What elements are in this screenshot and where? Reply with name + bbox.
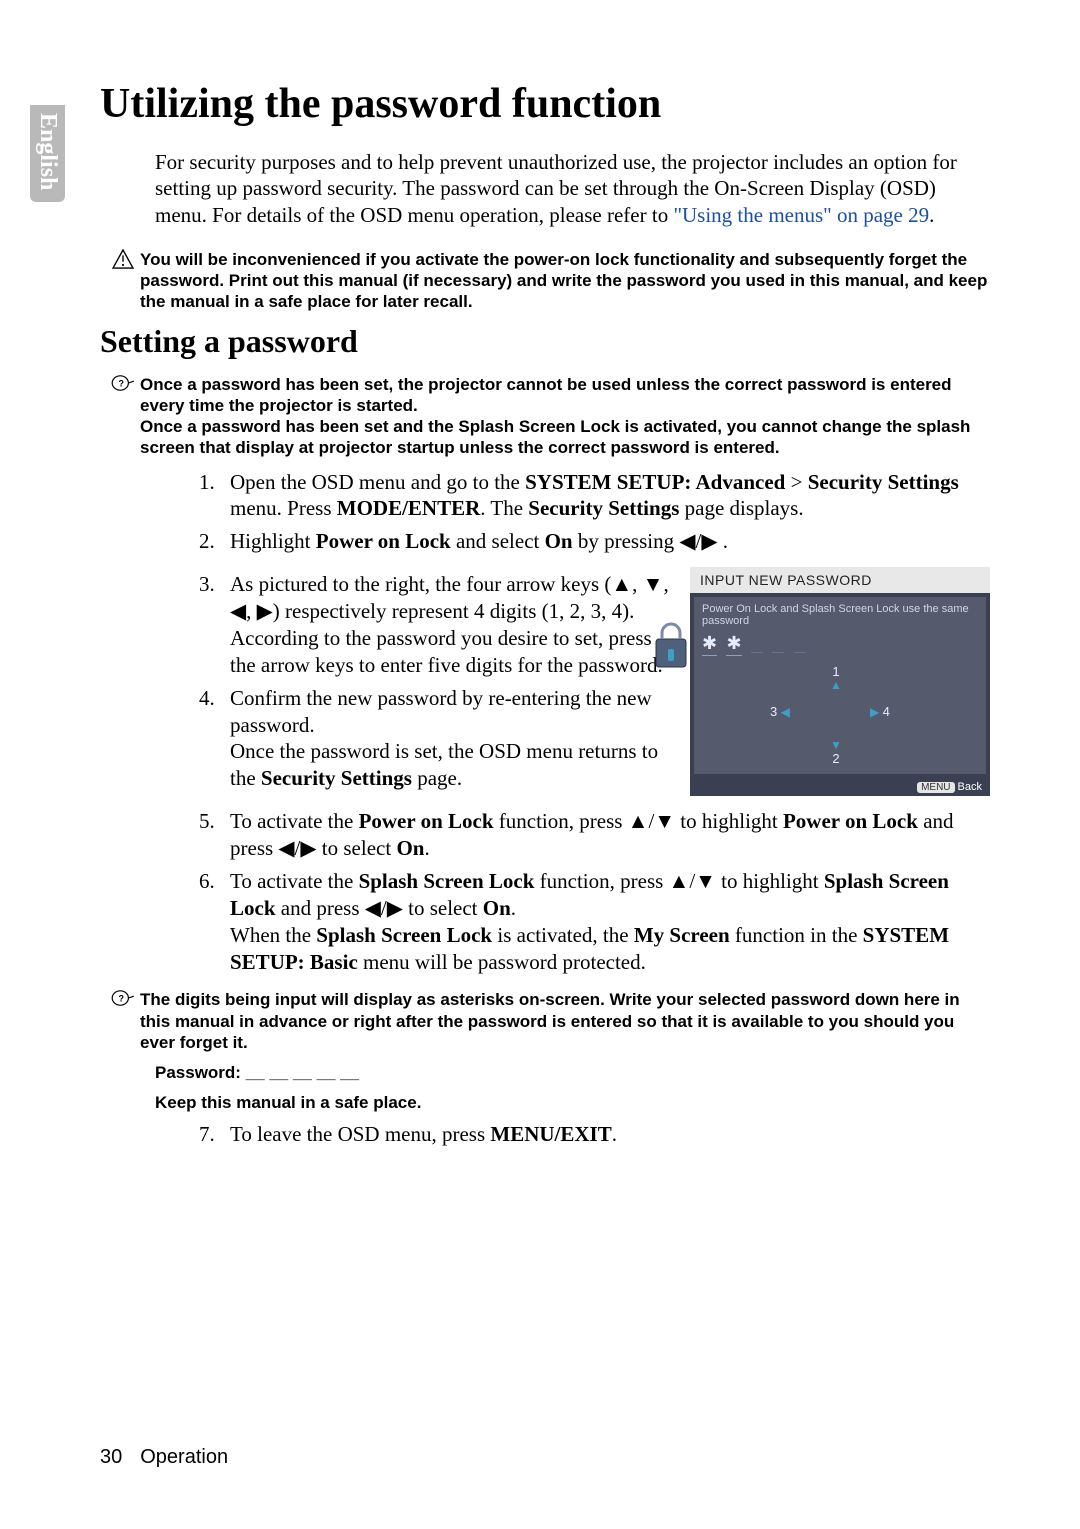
t: Power on Lock [316, 529, 451, 553]
step-7: To leave the OSD menu, press MENU/EXIT. [220, 1121, 990, 1148]
steps-list: Open the OSD menu and go to the SYSTEM S… [170, 469, 990, 556]
t: Splash Screen Lock [359, 869, 535, 893]
osd-screenshot: INPUT NEW PASSWORD Power On Lock and Spl… [690, 567, 990, 796]
info-text-1: Once a password has been set, the projec… [140, 375, 952, 415]
back-label: Back [958, 781, 982, 793]
arrow-left: 3 ◀ [770, 704, 790, 719]
heading-utilizing: Utilizing the password function [100, 80, 990, 128]
section-label: Operation [140, 1446, 228, 1468]
t: To activate the [230, 809, 359, 833]
steps-list-cont2: To activate the Power on Lock function, … [170, 808, 990, 975]
t: Splash Screen Lock [316, 923, 492, 947]
t: function in the [730, 923, 863, 947]
t: by pressing ◀/▶ . [573, 529, 728, 553]
t: When the [230, 923, 316, 947]
t: On [396, 836, 424, 860]
t: To activate the [230, 869, 359, 893]
slot-icon [772, 638, 784, 653]
t: On [483, 896, 511, 920]
t: and press ◀/▶ to select [276, 896, 483, 920]
step-3: As pictured to the right, the four arrow… [220, 571, 670, 679]
t: Security Settings [261, 766, 412, 790]
intro-paragraph: For security purposes and to help preven… [155, 149, 990, 228]
n: 4 [883, 704, 890, 719]
osd-password-slots: ✱ ✱ [702, 633, 978, 656]
triangle-down-icon: ▼ [830, 739, 842, 751]
keep-manual-line: Keep this manual in a safe place. [155, 1093, 990, 1113]
triangle-right-icon: ▶ [870, 705, 879, 719]
t: MODE/ENTER [337, 496, 481, 520]
t: Security Settings [808, 470, 959, 494]
triangle-up-icon: ▲ [830, 679, 842, 691]
t: SYSTEM SETUP: Advanced [525, 470, 785, 494]
t: . The [480, 496, 528, 520]
page-number: 30 [100, 1446, 122, 1468]
steps-list-cont: As pictured to the right, the four arrow… [170, 571, 670, 792]
t: function, press ▲/▼ to highlight [494, 809, 783, 833]
info-text-3: The digits being input will display as a… [140, 990, 960, 1052]
warning-icon [110, 249, 136, 274]
link-using-menus[interactable]: "Using the menus" on page 29 [673, 203, 929, 227]
n: 1 [830, 664, 842, 679]
lock-icon [654, 619, 688, 669]
menu-button-label: MENU [917, 782, 954, 793]
slot-icon [751, 638, 763, 653]
step-6: To activate the Splash Screen Lock funct… [220, 868, 990, 976]
osd-title: INPUT NEW PASSWORD [690, 567, 990, 593]
language-tab: English [30, 105, 65, 202]
t: . [424, 836, 429, 860]
t: Security Settings [528, 496, 679, 520]
t: My Screen [634, 923, 730, 947]
step-2: Highlight Power on Lock and select On by… [220, 528, 990, 555]
page-footer: 30 Operation [100, 1446, 228, 1469]
warning-text: You will be inconvenienced if you activa… [140, 250, 987, 312]
info-icon: ? [110, 374, 136, 397]
t: On [545, 529, 573, 553]
svg-text:?: ? [119, 378, 125, 388]
n: 3 [770, 704, 777, 719]
step-5: To activate the Power on Lock function, … [220, 808, 990, 862]
info-icon: ? [110, 989, 136, 1012]
t: > [785, 470, 807, 494]
password-field-line: Password: __ __ __ __ __ [155, 1063, 990, 1083]
info-text-2: Once a password has been set and the Spl… [140, 417, 970, 457]
heading-setting: Setting a password [100, 323, 990, 360]
t: Confirm the new password by re-entering … [230, 686, 652, 737]
t: Open the OSD menu and go to the [230, 470, 525, 494]
asterisk-icon: ✱ [726, 633, 741, 656]
step-1: Open the OSD menu and go to the SYSTEM S… [220, 469, 990, 523]
triangle-left-icon: ◀ [781, 705, 790, 719]
info-note-1: ? Once a password has been set, the proj… [140, 374, 990, 459]
steps-list-cont3: To leave the OSD menu, press MENU/EXIT. [170, 1121, 990, 1148]
t: menu will be password protected. [358, 950, 646, 974]
warning-note: You will be inconvenienced if you activa… [140, 249, 990, 313]
t: page. [412, 766, 462, 790]
t: To leave the OSD menu, press [230, 1122, 490, 1146]
t: . [612, 1122, 617, 1146]
n: 2 [830, 751, 842, 766]
t: Power on Lock [783, 809, 918, 833]
t: Power on Lock [359, 809, 494, 833]
t: is activated, the [492, 923, 634, 947]
arrow-right: ▶ 4 [870, 704, 890, 719]
t: page displays. [679, 496, 803, 520]
osd-hint: Power On Lock and Splash Screen Lock use… [702, 603, 978, 627]
t: . [511, 896, 516, 920]
intro-text-2: . [929, 203, 934, 227]
osd-footer: MENU Back [690, 778, 990, 796]
t: menu. Press [230, 496, 337, 520]
arrow-down: ▼2 [830, 739, 842, 766]
arrow-grid: 1▲ 3 ◀ ▶ 4 ▼2 [770, 664, 910, 764]
t: and select [451, 529, 545, 553]
t: MENU/EXIT [490, 1122, 611, 1146]
t: Highlight [230, 529, 316, 553]
step-4: Confirm the new password by re-entering … [220, 685, 670, 793]
t: function, press ▲/▼ to highlight [534, 869, 823, 893]
arrow-up: 1▲ [830, 664, 842, 691]
asterisk-icon: ✱ [702, 633, 717, 656]
svg-text:?: ? [119, 994, 125, 1004]
slot-icon [794, 638, 806, 653]
info-note-2: ? The digits being input will display as… [140, 989, 990, 1053]
